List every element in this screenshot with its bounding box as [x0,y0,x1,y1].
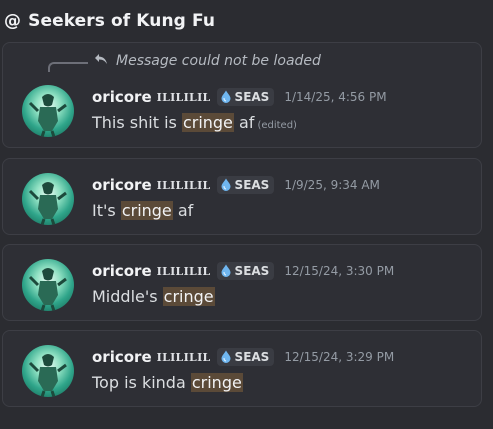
search-result-message[interactable]: Message could not be loaded oricore ILIL… [2,42,482,148]
timestamp: 1/14/25, 4:56 PM [284,90,387,104]
timestamp: 12/15/24, 3:29 PM [284,350,395,364]
search-highlight: cringe [120,201,173,220]
message-text-pre: Top is kinda [92,373,191,392]
water-drop-icon [220,262,232,281]
search-highlight: cringe [190,373,243,392]
message-meta: oricore ILILILIL SEAS 1/14/25, 4:56 PM [92,88,387,106]
reply-arrow-icon [94,53,108,69]
user-tag: ILILILIL [156,350,211,364]
user-tag: ILILILIL [156,90,211,104]
clan-tag: SEAS [234,264,270,278]
message-content: Top is kinda cringe [92,373,243,392]
message-content: Middle's cringe [92,287,215,306]
user-tag: ILILILIL [156,264,211,278]
clan-tag: SEAS [234,178,270,192]
channel-title: Seekers of Kung Fu [28,11,216,31]
username[interactable]: oricore [92,176,152,194]
message-text-post: af [172,201,194,220]
reply-preview[interactable]: Message could not be loaded [94,53,321,69]
message-meta: oricore ILILILIL SEAS 12/15/24, 3:29 PM [92,348,394,366]
search-highlight: cringe [181,113,234,132]
water-drop-icon [220,176,232,195]
avatar[interactable] [22,173,74,225]
message-text-pre: It's [92,201,121,220]
message-meta: oricore ILILILIL SEAS 12/15/24, 3:30 PM [92,262,394,280]
username[interactable]: oricore [92,262,152,280]
message-text-post: af [233,113,255,132]
username[interactable]: oricore [92,88,152,106]
clan-tag: SEAS [234,90,270,104]
search-result-message[interactable]: oricore ILILILIL SEAS 1/9/25, 9:34 AM It… [2,158,482,235]
search-result-message[interactable]: oricore ILILILIL SEAS 12/15/24, 3:29 PM … [2,330,482,407]
search-result-message[interactable]: oricore ILILILIL SEAS 12/15/24, 3:30 PM … [2,244,482,321]
clan-tag: SEAS [234,350,270,364]
edited-label: (edited) [257,120,297,131]
message-content: This shit is cringe af (edited) [92,113,297,132]
clan-badge[interactable]: SEAS [216,348,275,367]
message-meta: oricore ILILILIL SEAS 1/9/25, 9:34 AM [92,176,380,194]
at-symbol: @ [4,11,22,31]
avatar[interactable] [22,345,74,397]
user-tag: ILILILIL [156,178,211,192]
message-text-pre: This shit is [92,113,182,132]
username[interactable]: oricore [92,348,152,366]
reply-spine [48,62,88,72]
water-drop-icon [220,348,232,367]
reply-text: Message could not be loaded [116,53,321,69]
timestamp: 1/9/25, 9:34 AM [284,178,380,192]
clan-badge[interactable]: SEAS [216,176,275,195]
search-highlight: cringe [162,287,215,306]
water-drop-icon [220,88,232,107]
channel-header: @ Seekers of Kung Fu [4,8,215,34]
avatar[interactable] [22,259,74,311]
message-text-pre: Middle's [92,287,163,306]
message-content: It's cringe af [92,201,193,220]
clan-badge[interactable]: SEAS [216,262,275,281]
clan-badge[interactable]: SEAS [216,88,275,107]
avatar[interactable] [22,85,74,137]
timestamp: 12/15/24, 3:30 PM [284,264,395,278]
